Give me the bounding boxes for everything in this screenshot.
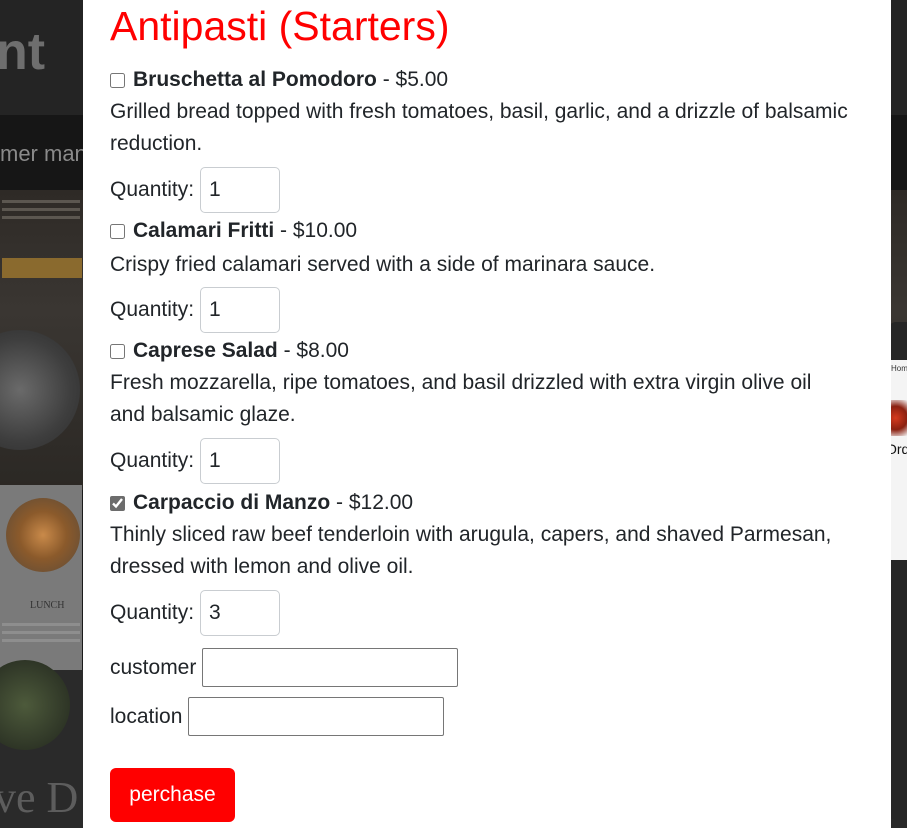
menu-item-caprese: Caprese Salad - $8.00 (110, 338, 349, 364)
background-card-text (2, 618, 80, 647)
location-input[interactable] (188, 697, 445, 736)
item-name: Caprese Salad (133, 339, 278, 362)
item-price: - $8.00 (277, 339, 349, 362)
background-hero-text (2, 195, 82, 224)
section-title: Antipasti (Starters) (110, 3, 450, 49)
item-price: - $12.00 (330, 491, 414, 514)
background-banner-text: ve D (0, 773, 79, 822)
quantity-label: Quantity: (110, 601, 195, 624)
order-modal: Antipasti (Starters) Bruschetta al Pomod… (83, 0, 891, 828)
quantity-label: Quantity: (110, 178, 195, 201)
location-label: location (110, 704, 183, 728)
quantity-row-carpaccio: Quantity: (110, 590, 281, 636)
quantity-label: Quantity: (110, 298, 195, 321)
quantity-input-caprese[interactable] (200, 438, 281, 484)
item-checkbox-caprese[interactable] (110, 343, 125, 359)
item-description: Grilled bread topped with fresh tomatoes… (110, 100, 848, 155)
item-price: - $5.00 (376, 68, 449, 91)
item-price: - $10.00 (274, 219, 358, 242)
background-logo-text: nt (0, 23, 46, 81)
menu-item-bruschetta: Bruschetta al Pomodoro - $5.00 (110, 67, 448, 93)
quantity-input-carpaccio[interactable] (200, 590, 281, 636)
location-row: location (110, 697, 445, 736)
customer-input[interactable] (202, 648, 459, 687)
item-name: Calamari Fritti (133, 219, 275, 242)
item-description: Crispy fried calamari served with a side… (110, 253, 656, 276)
background-hero-button (2, 258, 82, 278)
item-description: Fresh mozzarella, ripe tomatoes, and bas… (110, 371, 812, 426)
quantity-row-calamari: Quantity: (110, 287, 281, 333)
item-name: Bruschetta al Pomodoro (133, 68, 377, 91)
menu-item-calamari: Calamari Fritti - $10.00 (110, 218, 357, 244)
customer-row: customer (110, 648, 459, 687)
background-preview-nav: Hom (891, 364, 907, 373)
quantity-row-caprese: Quantity: (110, 438, 281, 484)
item-checkbox-carpaccio[interactable] (110, 495, 125, 511)
quantity-row-bruschetta: Quantity: (110, 167, 281, 213)
item-checkbox-calamari[interactable] (110, 223, 125, 239)
background-food-image (6, 498, 80, 572)
customer-label: customer (110, 655, 197, 679)
item-name: Carpaccio di Manzo (133, 491, 331, 514)
quantity-input-calamari[interactable] (200, 287, 281, 333)
item-checkbox-bruschetta[interactable] (110, 72, 125, 88)
item-description: Thinly sliced raw beef tenderloin with a… (110, 523, 832, 578)
quantity-input-bruschetta[interactable] (200, 167, 281, 213)
purchase-button[interactable]: perchase (110, 768, 235, 822)
background-card-title: LUNCH (30, 600, 65, 611)
menu-item-carpaccio: Carpaccio di Manzo - $12.00 (110, 490, 413, 516)
quantity-label: Quantity: (110, 449, 195, 472)
